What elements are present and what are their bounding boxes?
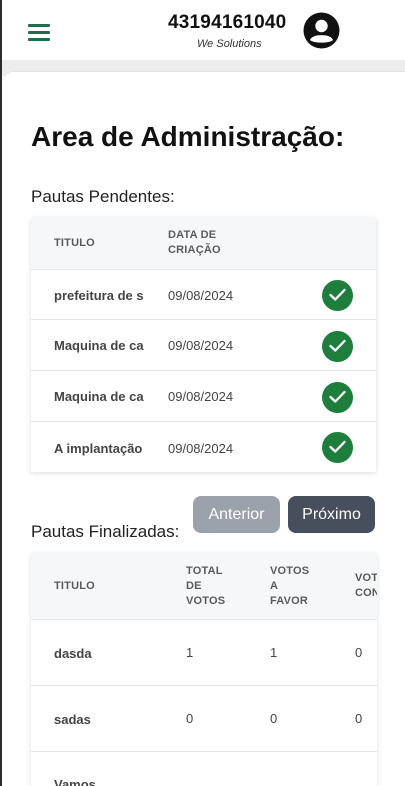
finished-table: TITULO TOTAL DE VOTOS VOTOS A FAVOR VOTO… xyxy=(31,553,377,786)
row-votes-for: 1 xyxy=(270,645,278,660)
check-circle-icon[interactable] xyxy=(322,382,353,413)
top-bar: 43194161040 We Solutions xyxy=(2,0,405,60)
row-title: sadas xyxy=(54,712,91,727)
finished-table-header: TITULO TOTAL DE VOTOS VOTOS A FAVOR VOTO… xyxy=(31,553,377,619)
table-row: A implantação 09/08/2024 xyxy=(31,421,376,472)
row-votes-against: 0 xyxy=(355,711,363,726)
row-total-votes: 1 xyxy=(186,645,194,660)
row-title: Vamos xyxy=(54,777,96,786)
column-header-title: TITULO xyxy=(54,237,95,249)
check-circle-icon[interactable] xyxy=(322,432,353,463)
company-name: We Solutions xyxy=(197,38,262,50)
row-title: Maquina de ca xyxy=(54,338,144,353)
hamburger-icon[interactable] xyxy=(28,24,50,41)
row-votes-against: 0 xyxy=(355,645,363,660)
check-circle-icon[interactable] xyxy=(322,280,353,311)
table-row: Vamos xyxy=(31,751,377,786)
check-circle-icon[interactable] xyxy=(322,331,353,362)
column-header-votes-against: VOTOS CONTRA xyxy=(355,572,377,599)
row-date: 09/08/2024 xyxy=(168,441,234,456)
column-header-title: TITULO xyxy=(54,580,95,592)
row-date: 09/08/2024 xyxy=(168,338,234,353)
row-date: 09/08/2024 xyxy=(168,389,234,404)
user-id: 43194161040 xyxy=(168,12,287,33)
row-date: 09/08/2024 xyxy=(168,288,234,303)
pending-table: TITULO DATA DE CRIAÇÃO prefeitura de s 0… xyxy=(31,218,376,472)
row-title: A implantação xyxy=(54,441,143,456)
page-title: Area de Administração: xyxy=(31,121,345,152)
pending-table-header: TITULO DATA DE CRIAÇÃO xyxy=(31,218,376,269)
table-row: dasda 1 1 0 xyxy=(31,619,377,686)
account-circle-icon[interactable] xyxy=(303,12,340,49)
table-row: Maquina de ca 09/08/2024 xyxy=(31,319,376,371)
row-title: Maquina de ca xyxy=(54,389,144,404)
table-row: prefeitura de s 09/08/2024 xyxy=(31,269,376,320)
row-votes-for: 0 xyxy=(270,711,278,726)
row-title: prefeitura de s xyxy=(54,288,144,303)
row-total-votes: 0 xyxy=(186,711,194,726)
previous-page-button[interactable]: Anterior xyxy=(193,496,280,533)
next-page-button[interactable]: Próximo xyxy=(288,496,375,533)
column-header-votes-for: VOTOS A FAVOR xyxy=(270,565,310,607)
finished-section-label: Pautas Finalizadas: xyxy=(31,522,180,541)
column-header-total-votes: TOTAL DE VOTOS xyxy=(186,565,226,607)
table-row: Maquina de ca 09/08/2024 xyxy=(31,370,376,422)
table-row: sadas 0 0 0 xyxy=(31,685,377,752)
pending-section-label: Pautas Pendentes: xyxy=(31,187,175,206)
row-title: dasda xyxy=(54,646,92,661)
column-header-date: DATA DE CRIAÇÃO xyxy=(168,229,221,256)
